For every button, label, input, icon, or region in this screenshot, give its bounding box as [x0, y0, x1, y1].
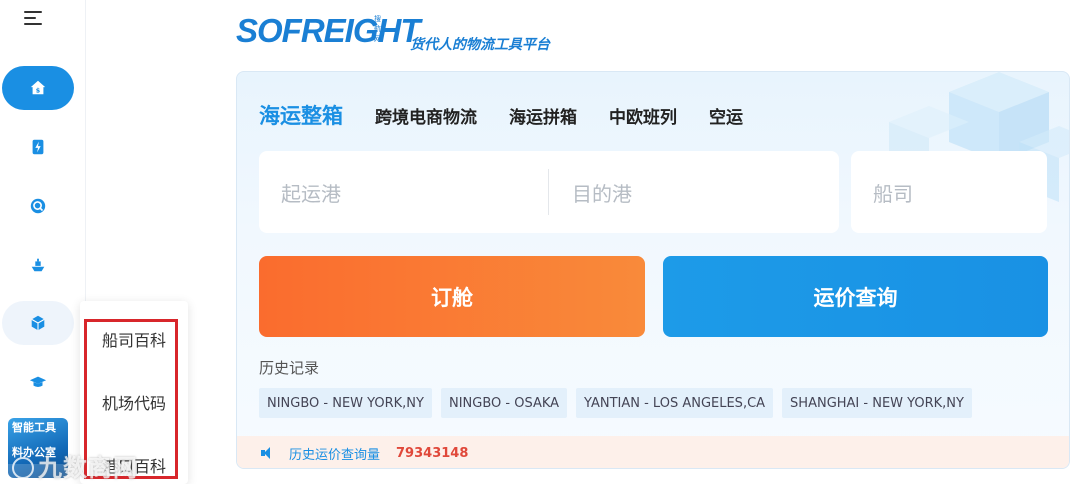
- smart-tool-title: 智能工具: [12, 421, 56, 434]
- history-chip[interactable]: SHANGHAI - NEW YORK,NY: [782, 388, 972, 418]
- sidebar-item-academy[interactable]: [2, 360, 74, 404]
- sidebar-item-encyclopedia[interactable]: [2, 301, 74, 345]
- stats-label: 历史运价查询量: [289, 447, 381, 463]
- speaker-icon: [261, 447, 275, 459]
- sidebar-item-quick[interactable]: [2, 125, 74, 169]
- history-chip[interactable]: YANTIAN - LOS ANGELES,CA: [576, 388, 774, 418]
- search-circle-icon: [30, 198, 46, 214]
- graduation-cap-icon: [29, 376, 47, 387]
- history-title: 历史记录: [259, 359, 320, 377]
- origin-port-input[interactable]: 起运港: [281, 151, 541, 233]
- sidebar: $ 智能工具 料办公室: [0, 0, 86, 484]
- menu-toggle-icon[interactable]: [24, 8, 46, 30]
- smart-tool-bar: [8, 464, 68, 478]
- home-icon: $: [30, 80, 46, 95]
- logo-tag: 搜航网: [374, 15, 381, 43]
- sidebar-item-shipping[interactable]: [2, 243, 74, 287]
- dropdown-item-carrier-wiki[interactable]: 船司百科: [102, 327, 166, 351]
- logo-brand: SOFREIGHT: [236, 12, 421, 49]
- search-card: 海运整箱 跨境电商物流 海运拼箱 中欧班列 空运 起运港 目的港 船司 订舱 运…: [236, 71, 1070, 469]
- sidebar-item-search[interactable]: [2, 184, 74, 228]
- bolt-document-icon: [32, 139, 44, 155]
- smart-tool-banner[interactable]: 智能工具 料办公室: [8, 418, 68, 478]
- svg-text:$: $: [36, 88, 40, 95]
- ship-icon: [31, 258, 45, 272]
- dropdown-item-airport-codes[interactable]: 机场代码: [102, 390, 166, 414]
- logo-tagline: 货代人的物流工具平台: [410, 37, 550, 53]
- box-icon: [31, 315, 45, 331]
- rate-query-button[interactable]: 运价查询: [663, 256, 1048, 337]
- input-divider: [548, 169, 549, 215]
- destination-port-input[interactable]: 目的港: [572, 151, 832, 233]
- stats-bar: 历史运价查询量 79343148: [237, 436, 1069, 468]
- book-button[interactable]: 订舱: [259, 256, 645, 337]
- smart-tool-subtitle: 料办公室: [12, 446, 56, 459]
- transport-tabs: 海运整箱 跨境电商物流 海运拼箱 中欧班列 空运: [259, 100, 775, 130]
- history-chip[interactable]: NINGBO - NEW YORK,NY: [259, 388, 432, 418]
- tab-lcl[interactable]: 海运拼箱: [509, 103, 577, 128]
- dropdown-item-port-wiki[interactable]: 港口百科: [102, 453, 166, 477]
- history-list: NINGBO - NEW YORK,NY NINGBO - OSAKA YANT…: [259, 388, 981, 418]
- tab-fcl[interactable]: 海运整箱: [259, 100, 343, 130]
- history-chip[interactable]: NINGBO - OSAKA: [440, 388, 568, 418]
- port-input-group: 起运港 目的港: [259, 151, 839, 233]
- encyclopedia-dropdown: 船司百科 机场代码 港口百科: [80, 301, 188, 484]
- sidebar-item-home[interactable]: $: [2, 66, 74, 110]
- carrier-input[interactable]: 船司: [851, 151, 1047, 233]
- tab-cross-border-ecommerce[interactable]: 跨境电商物流: [375, 103, 477, 128]
- tab-china-europe-rail[interactable]: 中欧班列: [609, 103, 677, 128]
- stats-value: 79343148: [396, 445, 469, 461]
- tab-air[interactable]: 空运: [709, 103, 743, 128]
